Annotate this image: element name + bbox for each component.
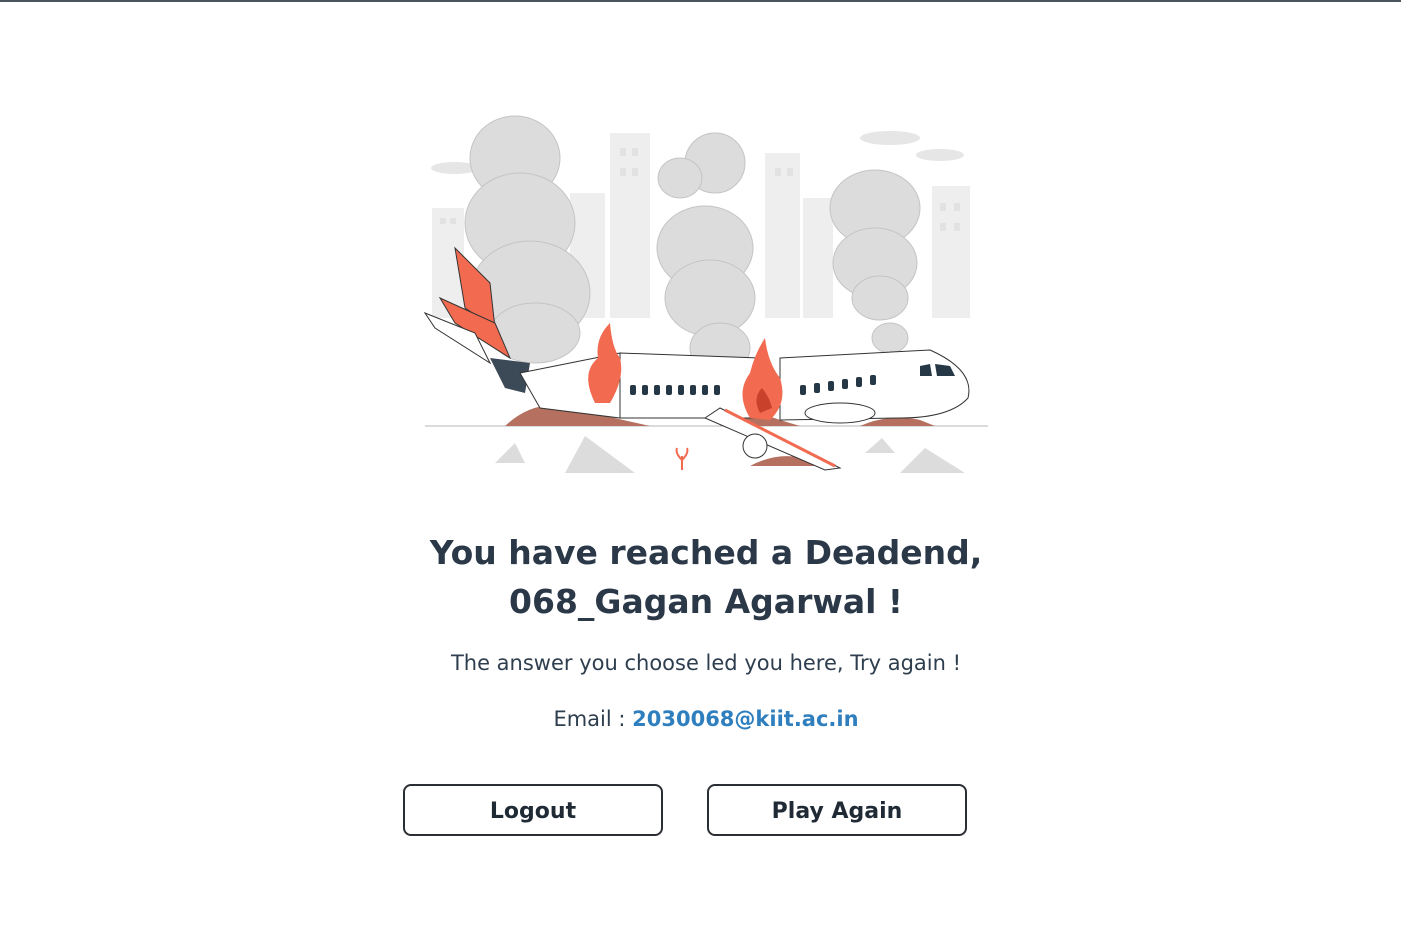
title-line-2: 068_Gagan Agarwal ! [509,582,903,621]
email-label: Email : [553,707,633,731]
page-title: You have reached a Deadend, 068_Gagan Ag… [350,528,1062,626]
top-border [0,0,1401,2]
logout-button[interactable]: Logout [403,784,663,836]
email-row: Email : 2030068@kiit.ac.in [350,704,1062,734]
play-again-button[interactable]: Play Again [707,784,967,836]
title-line-1: You have reached a Deadend, [429,533,983,572]
plane-crash-illustration [420,108,990,478]
retry-message: The answer you choose led you here, Try … [450,651,962,675]
email-value: 2030068@kiit.ac.in [632,707,859,731]
